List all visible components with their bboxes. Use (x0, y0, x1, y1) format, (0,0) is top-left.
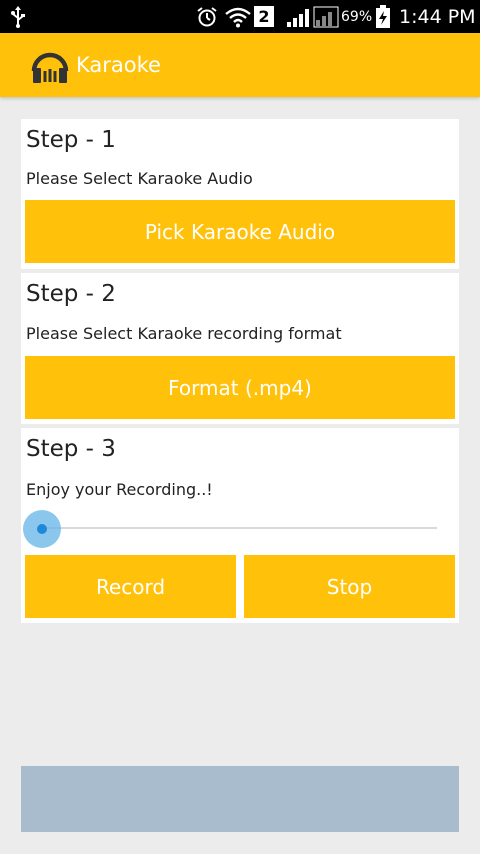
battery-icon (375, 0, 391, 33)
app-title: Karaoke (76, 53, 161, 77)
step-1-title: Step - 1 (26, 127, 116, 153)
ad-banner[interactable] (21, 766, 459, 832)
status-bar: 2 69% 1:44 PM (0, 0, 480, 33)
pick-karaoke-audio-button[interactable]: Pick Karaoke Audio (25, 200, 455, 263)
step-1-description: Please Select Karaoke Audio (26, 169, 253, 188)
record-button[interactable]: Record (25, 555, 236, 618)
clock: 1:44 PM (399, 5, 476, 28)
step-3-description: Enjoy your Recording..! (26, 480, 213, 499)
headphones-icon (30, 45, 70, 85)
signal-icon-secondary (313, 0, 339, 33)
usb-icon (10, 0, 26, 33)
format-button[interactable]: Format (.mp4) (25, 356, 455, 419)
step-2-title: Step - 2 (26, 281, 116, 307)
step-1-card: Step - 1 Please Select Karaoke Audio Pic… (21, 119, 459, 269)
sim-badge: 2 (254, 0, 274, 33)
alarm-icon (196, 0, 218, 33)
step-3-card: Step - 3 Enjoy your Recording..! Record … (21, 428, 459, 623)
battery-percent: 69% (341, 8, 373, 25)
app-bar: Karaoke (0, 33, 480, 97)
signal-icon (286, 0, 312, 33)
slider-thumb[interactable] (37, 524, 47, 534)
stop-button[interactable]: Stop (244, 555, 455, 618)
step-3-title: Step - 3 (26, 436, 116, 462)
step-2-card: Step - 2 Please Select Karaoke recording… (21, 273, 459, 424)
slider-track[interactable] (43, 527, 437, 529)
step-2-description: Please Select Karaoke recording format (26, 324, 342, 343)
wifi-icon (224, 0, 252, 33)
